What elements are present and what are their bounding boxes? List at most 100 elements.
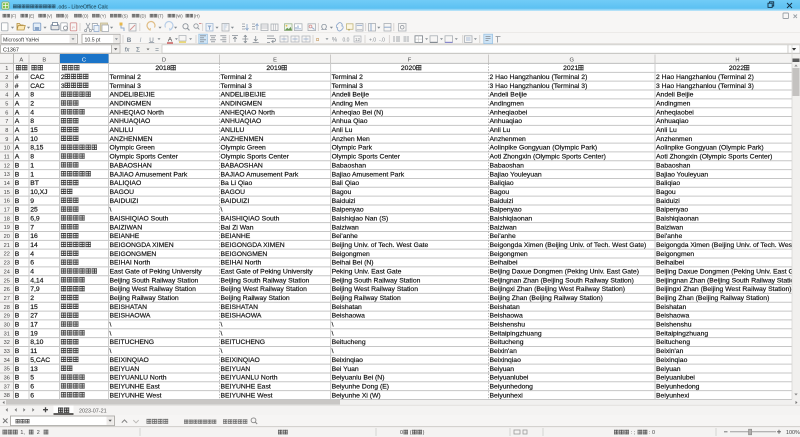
svg-text:19: 19 xyxy=(4,225,10,231)
svg-text:Baiziwan: Baiziwan xyxy=(656,224,683,231)
svg-text:10: 10 xyxy=(30,136,38,143)
svg-text:Terminal 2: Terminal 2 xyxy=(332,74,364,81)
svg-text:A: A xyxy=(15,136,20,143)
svg-text:BAIDUIZI: BAIDUIZI xyxy=(221,198,250,205)
svg-text:F: F xyxy=(408,57,412,63)
svg-text:: ;: : ; xyxy=(631,430,636,436)
svg-text:H: H xyxy=(735,57,739,63)
svg-text:Beitucheng: Beitucheng xyxy=(656,339,690,346)
svg-text:BEISHAOWA: BEISHAOWA xyxy=(110,313,151,320)
svg-text:Beishenshu: Beishenshu xyxy=(490,322,526,329)
svg-text:#: # xyxy=(15,83,19,90)
svg-text:ANDELIBEIJIE: ANDELIBEIJIE xyxy=(221,92,267,99)
svg-text:Baipenyao: Baipenyao xyxy=(332,207,364,214)
svg-text:Beiyunhe Dong (E): Beiyunhe Dong (E) xyxy=(332,383,389,390)
svg-text:A: A xyxy=(15,101,20,108)
svg-text:B: B xyxy=(15,224,20,231)
svg-text:Beijing Daxue Dongmen (Peking: Beijing Daxue Dongmen (Peking Univ. East… xyxy=(656,269,800,276)
svg-text:26: 26 xyxy=(4,287,10,293)
svg-text:): ) xyxy=(423,430,425,436)
svg-text:(I): (I) xyxy=(65,13,70,18)
svg-text:3: 3 xyxy=(5,84,8,90)
svg-text:(E): (E) xyxy=(29,13,35,18)
svg-text:25: 25 xyxy=(4,278,10,284)
svg-text:Bei'anhe: Bei'anhe xyxy=(656,233,682,240)
svg-text:ANZHENMEN: ANZHENMEN xyxy=(110,136,153,143)
svg-text:Σ: Σ xyxy=(136,47,140,54)
svg-text:B: B xyxy=(15,366,20,373)
svg-text:B: B xyxy=(127,37,132,44)
svg-text:Bei'anhe: Bei'anhe xyxy=(490,233,516,240)
svg-text:%: % xyxy=(332,38,338,44)
svg-text:BEIYUNHE East: BEIYUNHE East xyxy=(110,383,160,390)
svg-text:Beitucheng: Beitucheng xyxy=(332,339,366,346)
svg-text:Beiyunhexi: Beiyunhexi xyxy=(656,392,690,399)
svg-text:Baiduizi: Baiduizi xyxy=(656,198,680,205)
svg-text:2021: 2021 xyxy=(563,65,578,72)
svg-text:BEIGONGMEN: BEIGONGMEN xyxy=(110,251,157,258)
svg-text:Beiyuan: Beiyuan xyxy=(490,366,515,373)
svg-text:16: 16 xyxy=(4,199,10,205)
svg-text:Baishiqiaonan: Baishiqiaonan xyxy=(490,215,533,222)
svg-text:Beijing Railway Station: Beijing Railway Station xyxy=(332,295,401,302)
svg-text:BEIYUNHE East: BEIYUNHE East xyxy=(221,383,271,390)
svg-text:17: 17 xyxy=(4,208,10,214)
svg-text:BAJIAO Amusement Park: BAJIAO Amusement Park xyxy=(110,171,188,178)
svg-text:Bali Qiao: Bali Qiao xyxy=(332,180,360,187)
svg-text:Terminal 2: Terminal 2 xyxy=(221,74,253,81)
svg-text:\: \ xyxy=(221,322,223,329)
svg-text:14: 14 xyxy=(30,242,38,249)
svg-text:E: E xyxy=(273,57,277,63)
svg-text:=: = xyxy=(155,46,159,53)
svg-text:Beijing Railway Station: Beijing Railway Station xyxy=(221,295,290,302)
svg-text:\: \ xyxy=(110,348,112,355)
svg-text:ANDINGMEN: ANDINGMEN xyxy=(110,101,152,108)
svg-text:Beixinqiao: Beixinqiao xyxy=(656,357,688,364)
svg-text:B: B xyxy=(15,198,20,205)
svg-text:B: B xyxy=(15,313,20,320)
svg-text:BAGOU: BAGOU xyxy=(221,189,246,196)
svg-text:Anheqiaobei: Anheqiaobei xyxy=(490,109,528,116)
svg-text:.ods - LibreOffice Calc: .ods - LibreOffice Calc xyxy=(57,4,109,10)
svg-text:Beiyunhedong: Beiyunhedong xyxy=(656,383,700,390)
svg-text:Beishatan: Beishatan xyxy=(332,304,362,311)
svg-text:BEIYUANLU North: BEIYUANLU North xyxy=(110,375,167,382)
svg-text:B: B xyxy=(15,286,20,293)
svg-text:BEIXINQIAO: BEIXINQIAO xyxy=(221,357,260,364)
svg-text:East Gate of Peking University: East Gate of Peking University xyxy=(110,269,203,276)
svg-text:7,9: 7,9 xyxy=(30,286,40,293)
svg-text:Olympic Sports Center: Olympic Sports Center xyxy=(110,154,179,161)
svg-text:Baliqiao: Baliqiao xyxy=(490,180,514,187)
svg-text:Baliqiao: Baliqiao xyxy=(656,180,680,187)
svg-text:Bajiao Youleyuan: Bajiao Youleyuan xyxy=(490,171,542,178)
svg-text:Babaoshan: Babaoshan xyxy=(656,162,691,169)
svg-text:BEIYUAN: BEIYUAN xyxy=(110,366,140,373)
svg-text:BT: BT xyxy=(30,180,39,187)
svg-text:BEIGONGDA XIMEN: BEIGONGDA XIMEN xyxy=(221,242,285,249)
svg-text:5: 5 xyxy=(5,101,8,107)
svg-text:2: 2 xyxy=(61,74,65,81)
svg-text:ANDINGMEN: ANDINGMEN xyxy=(221,101,263,108)
svg-text:7: 7 xyxy=(5,119,8,125)
svg-text:2019: 2019 xyxy=(266,65,281,72)
svg-text:P: P xyxy=(72,25,75,30)
svg-text:B: B xyxy=(15,304,20,311)
svg-text:12: 12 xyxy=(355,37,361,42)
svg-text:38: 38 xyxy=(4,393,10,399)
svg-text:4: 4 xyxy=(30,269,34,276)
svg-text:ANLILU: ANLILU xyxy=(221,127,245,134)
svg-text:CAC: CAC xyxy=(30,74,44,81)
svg-text:B: B xyxy=(15,277,20,284)
svg-text:Anli Lu: Anli Lu xyxy=(490,127,511,134)
svg-text:Beijing Daxue Dongmen (Peking: Beijing Daxue Dongmen (Peking Univ. East… xyxy=(490,269,639,276)
svg-text:Beijingnan Zhan (Beijing South: Beijingnan Zhan (Beijing South Railway S… xyxy=(656,277,800,284)
svg-text:16: 16 xyxy=(30,233,38,240)
svg-text:BEISHAOWA: BEISHAOWA xyxy=(221,313,262,320)
svg-text:Microsoft YaHei: Microsoft YaHei xyxy=(3,38,39,44)
svg-text:\: \ xyxy=(110,330,112,337)
svg-text:B: B xyxy=(15,269,20,276)
svg-text:BAJIAO Amusement Park: BAJIAO Amusement Park xyxy=(221,171,299,178)
svg-text:Bagou: Bagou xyxy=(490,189,510,196)
svg-text:Beihaibei: Beihaibei xyxy=(656,260,684,267)
svg-text:Anding Men: Anding Men xyxy=(332,101,368,108)
